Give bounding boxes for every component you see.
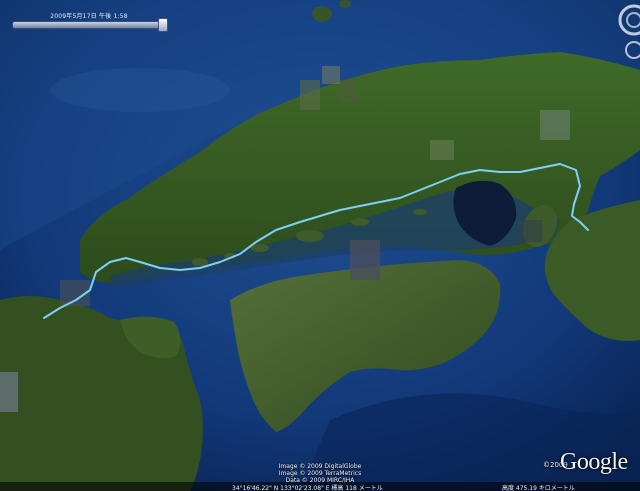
island [192, 258, 208, 266]
google-logo: Google [560, 449, 628, 475]
time-slider[interactable]: 2009年5月17日 午後 1:58 [10, 11, 168, 33]
imagery-tile [430, 140, 454, 160]
imagery-tile [322, 66, 340, 84]
island [351, 218, 369, 226]
compass-inner [626, 12, 640, 28]
imagery-tile [300, 80, 320, 110]
imagery-tile [340, 80, 356, 102]
satellite-map[interactable] [0, 0, 640, 491]
look-joystick [625, 41, 640, 59]
imagery-tile [350, 240, 380, 280]
island [296, 230, 324, 242]
coordinates-readout: 34°16'46.22" N 133°02'23.08" E 標高 118 メー… [232, 485, 383, 491]
time-slider-thumb[interactable] [158, 18, 168, 32]
navigation-compass-icon[interactable] [610, 2, 640, 62]
earth-view[interactable]: 2009年5月17日 午後 1:58 Image © 2009 DigitalG… [0, 0, 640, 491]
coastal-shallows [50, 68, 230, 112]
altitude-readout: 高度 475.19 キロメートル [502, 485, 575, 491]
island [413, 209, 427, 215]
oki-island [339, 0, 351, 8]
time-slider-label: 2009年5月17日 午後 1:58 [50, 13, 128, 20]
time-slider-track[interactable] [12, 21, 166, 29]
oki-island [312, 6, 332, 22]
imagery-tile [540, 110, 570, 140]
compass-ring [618, 4, 640, 36]
island [251, 244, 269, 252]
imagery-tile [520, 220, 542, 242]
imagery-tile [0, 372, 18, 412]
